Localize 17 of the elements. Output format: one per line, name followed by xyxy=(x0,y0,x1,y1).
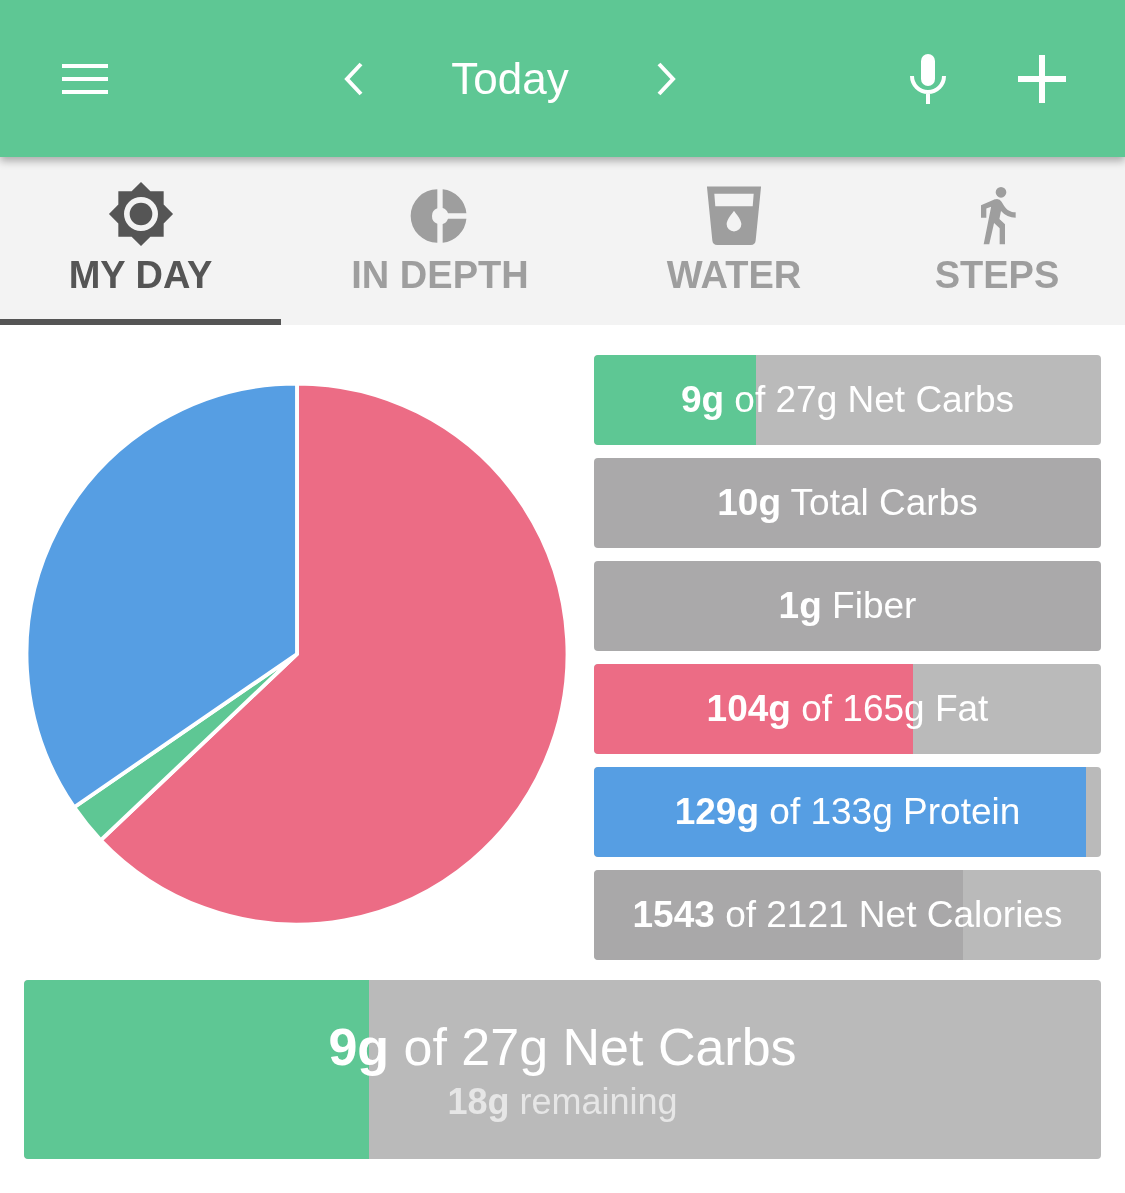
microphone-icon[interactable] xyxy=(909,53,947,104)
previous-arrow-icon[interactable] xyxy=(344,61,364,96)
nutrient-text: 1543 of 2121 Net Calories xyxy=(631,893,1064,937)
next-arrow-icon[interactable] xyxy=(656,61,676,96)
tab[interactable]: STEPS xyxy=(869,157,1125,325)
nutrient-text: 10g Total Carbs xyxy=(716,481,979,525)
tab[interactable]: IN DEPTH xyxy=(281,157,599,325)
nutrient-text: 104g of 165g Fat xyxy=(705,687,990,731)
tab[interactable]: MY DAY xyxy=(0,157,281,325)
tab[interactable]: WATER xyxy=(599,157,869,325)
water-glass-icon xyxy=(704,184,764,248)
nutrient-text: 129g of 133g Protein xyxy=(673,790,1022,834)
sun-icon xyxy=(106,180,175,248)
nutrient-text: 1g Fiber xyxy=(777,584,918,628)
menu-icon[interactable] xyxy=(62,62,108,95)
add-icon[interactable] xyxy=(1018,54,1066,103)
date-title: Today xyxy=(450,53,570,104)
